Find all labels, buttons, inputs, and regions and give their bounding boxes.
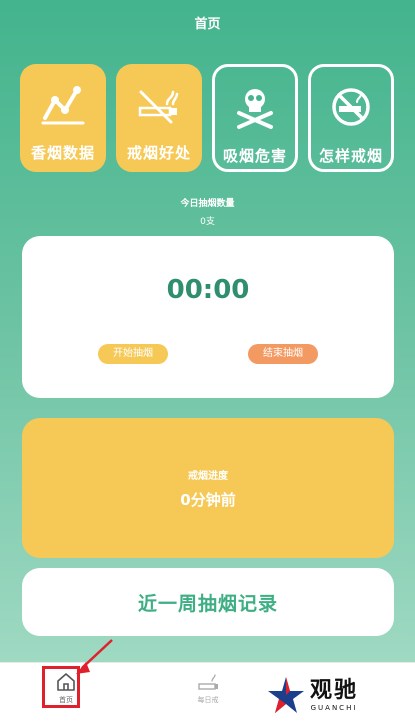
tile-label: 吸烟危害 [222, 147, 287, 165]
watermark: 观驰 GUANCHI [262, 672, 412, 718]
quit-progress-label: 戒烟进度 [188, 471, 228, 482]
page-title: 首页 [194, 16, 221, 32]
smoke-timer: 00:00 [166, 275, 250, 305]
today-smoke-count: 0支 [200, 217, 215, 227]
no-smoking-icon [138, 90, 179, 124]
tile-cigarette-data[interactable]: 香烟数据 [20, 64, 106, 172]
star-logo-icon [268, 677, 304, 713]
tab-label: 每日戒 [197, 696, 219, 704]
watermark-cn: 观驰 [310, 678, 359, 703]
timer-card: 00:00 开始抽烟 结束抽烟 [22, 236, 394, 398]
tab-daily-quit[interactable]: 每日戒 [178, 671, 238, 705]
quit-progress-value: 0分钟前 [180, 491, 236, 509]
watermark-text: 观驰 GUANCHI [310, 678, 358, 712]
tile-how-to-quit[interactable]: 怎样戒烟 [308, 64, 394, 172]
quit-progress-card[interactable]: 戒烟进度 0分钟前 [22, 418, 394, 558]
no-smoking-circle-icon [332, 88, 370, 126]
tile-label: 怎样戒烟 [318, 147, 383, 165]
feature-tiles: 香烟数据 戒烟好处 吸烟危害 怎样戒烟 [20, 64, 395, 176]
tile-label: 香烟数据 [30, 144, 95, 162]
tile-smoking-harms[interactable]: 吸烟危害 [212, 64, 298, 172]
tile-label: 戒烟好处 [126, 144, 191, 162]
cigarette-icon [198, 674, 218, 690]
highlight-box [42, 666, 80, 708]
end-smoking-button[interactable]: 结束抽烟 [248, 344, 318, 364]
tile-quit-benefits[interactable]: 戒烟好处 [116, 64, 202, 172]
weekly-record-button[interactable]: 近一周抽烟记录 [22, 568, 394, 636]
watermark-en: GUANCHI [310, 704, 358, 712]
chart-line-icon [41, 86, 85, 125]
today-smoke-count-label: 今日抽烟数量 [180, 199, 235, 209]
skull-crossbones-icon [237, 89, 273, 129]
start-smoking-button[interactable]: 开始抽烟 [98, 344, 168, 364]
